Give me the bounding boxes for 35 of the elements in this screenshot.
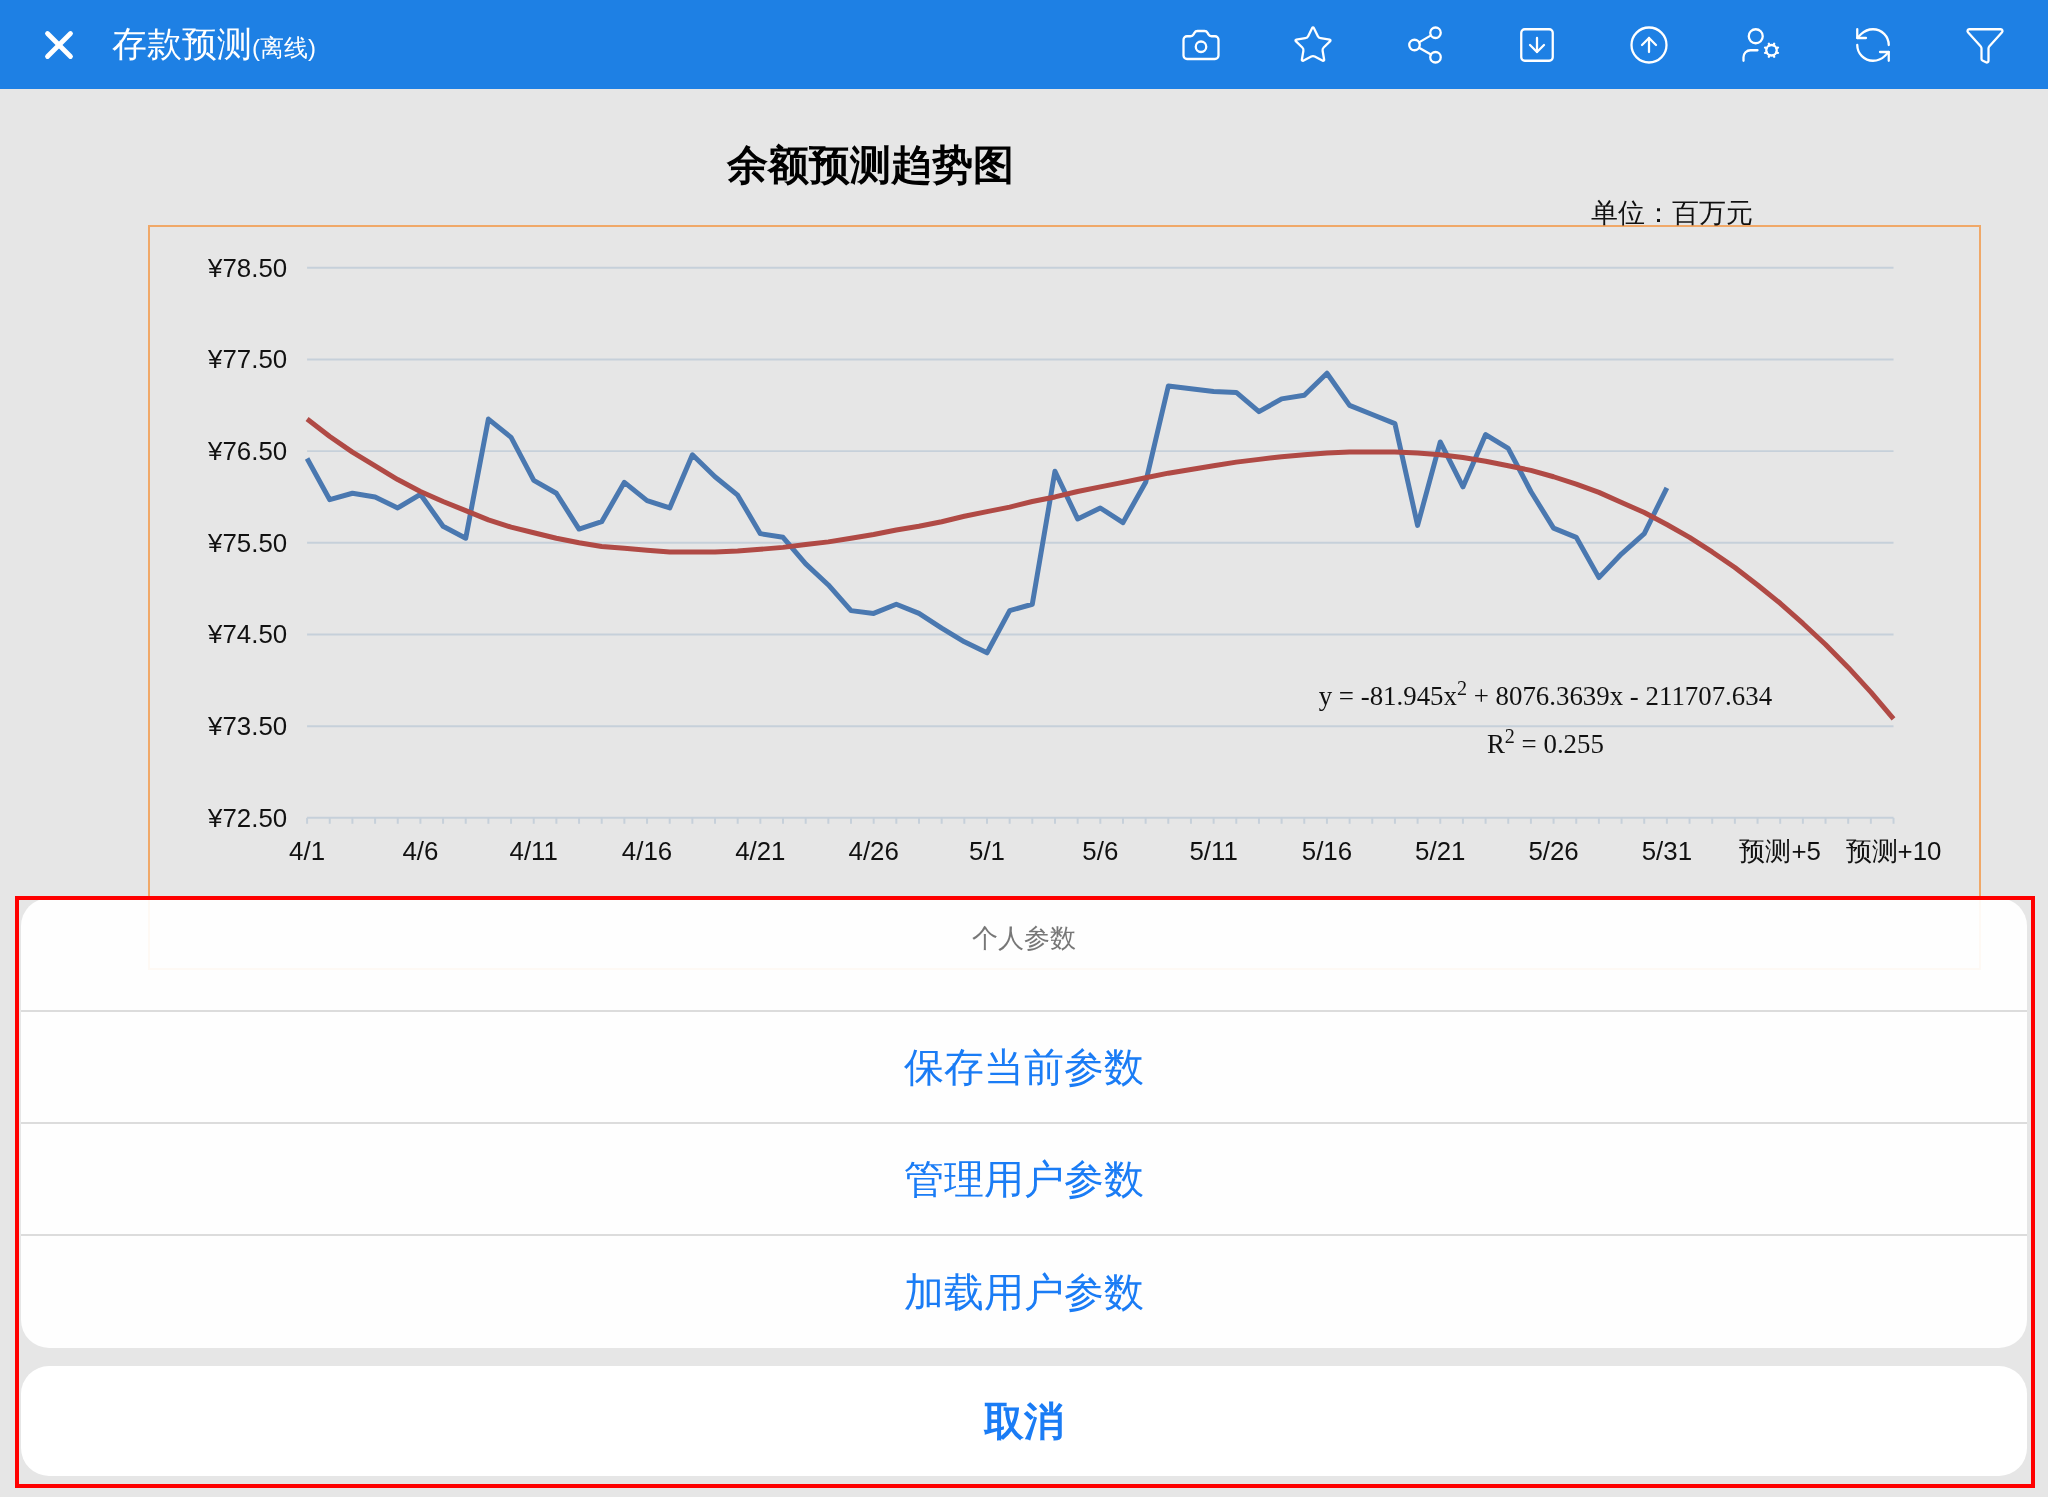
x-axis-label: 5/11 [1189, 836, 1238, 865]
page-title: 存款预测 [112, 23, 252, 66]
x-axis-label: 4/16 [621, 836, 673, 865]
y-axis-label: ¥75.50 [208, 528, 288, 557]
y-axis-label: ¥72.50 [208, 803, 288, 832]
x-axis-label: 4/6 [402, 836, 439, 865]
x-axis-label: 预测+10 [1845, 836, 1942, 865]
x-axis-label: 5/26 [1528, 836, 1579, 865]
upload-button[interactable] [1628, 23, 1670, 66]
x-axis-label: 5/21 [1415, 836, 1466, 865]
y-axis-label: ¥76.50 [208, 437, 288, 466]
cancel-button[interactable]: 取消 [21, 1366, 2027, 1476]
chart-annotation: y = -81.945x$^{2}$ + 8076.3639x - 211707.634 [1318, 681, 1773, 712]
sheet-option[interactable]: 管理用户参数 [21, 1124, 2027, 1236]
x-axis-label: 5/6 [1082, 836, 1119, 865]
x-axis-label: 5/1 [969, 836, 1005, 865]
x-axis-label: 4/1 [289, 836, 326, 865]
x-axis-label: 4/26 [848, 836, 899, 865]
y-axis-label: ¥77.50 [208, 345, 288, 374]
upload-icon [1628, 23, 1670, 66]
x-axis-label: 预测+5 [1739, 836, 1821, 865]
y-axis-label: ¥78.50 [208, 253, 288, 282]
x-axis-label: 4/21 [735, 836, 786, 865]
y-axis-label: ¥74.50 [208, 620, 288, 649]
unit-label: 单位：百万元 [1591, 197, 1753, 230]
sheet-option[interactable]: 保存当前参数 [21, 1012, 2027, 1124]
x-axis-label: 5/16 [1301, 836, 1353, 865]
y-axis-label: ¥73.50 [208, 712, 288, 741]
x-axis-label: 4/11 [509, 836, 558, 865]
x-axis-label: 5/31 [1641, 836, 1693, 865]
sheet-title: 个人参数 [972, 921, 1076, 955]
chart-annotation: R$^{2}$ = 0.255 [1486, 729, 1604, 760]
sheet-option[interactable]: 加载用户参数 [21, 1236, 2027, 1348]
page-subtitle: (离线) [252, 33, 316, 64]
chart-title: 余额预测趋势图 [727, 141, 1014, 190]
